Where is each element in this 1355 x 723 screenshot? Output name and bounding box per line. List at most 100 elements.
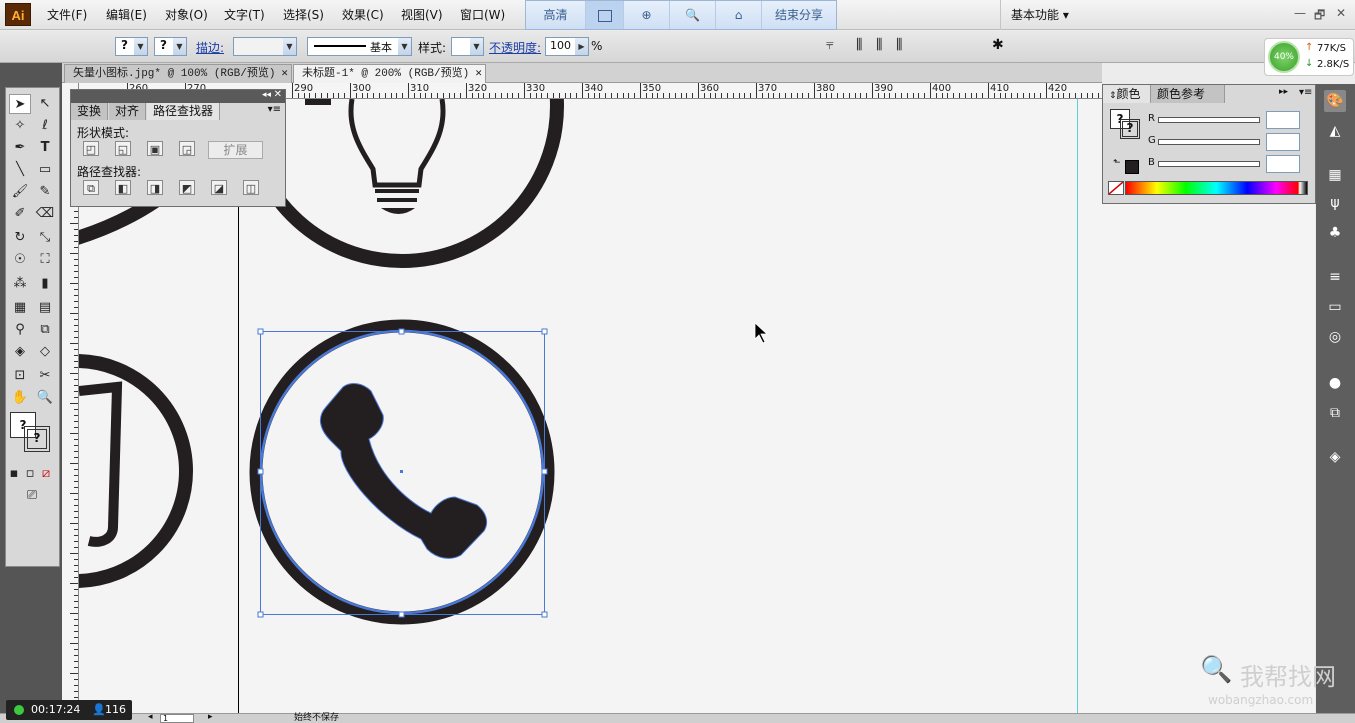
graphic-styles-icon[interactable]: ⧉ <box>1324 402 1346 424</box>
none-mode-icon[interactable]: ⧄ <box>38 464 54 484</box>
close-button[interactable]: ✕ <box>1336 6 1346 20</box>
direct-selection-tool-icon[interactable]: ↖ <box>34 94 56 114</box>
doc-tab-2-close-icon[interactable]: ✕ <box>475 65 482 84</box>
eyedropper-tool-icon[interactable]: ⚲ <box>9 320 31 340</box>
panel-close-icon[interactable]: ✕ <box>274 89 282 100</box>
rectangle-tool-icon[interactable]: ▭ <box>34 160 56 180</box>
minimize-button[interactable]: — <box>1294 6 1306 20</box>
minus-front-icon[interactable]: ◱ <box>115 141 131 156</box>
fill-stroke-swatch[interactable]: ? ? <box>10 412 56 458</box>
layers-icon[interactable]: ◈ <box>1324 446 1346 468</box>
page-field[interactable]: 1 <box>160 714 194 723</box>
restore-button[interactable]: 🗗 <box>1314 6 1325 27</box>
pencil-tool-icon[interactable]: ✎ <box>34 182 56 202</box>
live-paint-tool-icon[interactable]: ◈ <box>9 342 31 362</box>
align-top-icon[interactable]: ⫧ <box>826 37 834 53</box>
exclude-icon[interactable]: ◲ <box>179 141 195 156</box>
gradient-tool-icon[interactable]: ▤ <box>34 298 56 318</box>
last-color-swatch[interactable] <box>1125 160 1139 174</box>
fill-stroke-proxy[interactable]: ? ? <box>1110 109 1140 139</box>
tab-color[interactable]: ⇕颜色 <box>1103 85 1151 103</box>
color-panel-menu-icon[interactable]: ▾≡ <box>1299 87 1312 98</box>
minus-back-icon[interactable]: ◫ <box>243 180 259 195</box>
slice-tool-icon[interactable]: ✂ <box>34 366 56 386</box>
expand-button[interactable]: 扩展 <box>208 141 263 159</box>
brushes-icon[interactable]: ψ <box>1324 192 1346 214</box>
artboard-tool-icon[interactable]: ⊡ <box>9 366 31 386</box>
crosshair-button[interactable]: ⊕ <box>624 1 670 29</box>
opacity-label[interactable]: 不透明度: <box>489 39 541 56</box>
color-spectrum[interactable] <box>1125 181 1308 195</box>
column-graph-tool-icon[interactable]: ▮ <box>34 274 56 294</box>
screen-mode-icon[interactable]: ⎚ <box>20 486 44 506</box>
graphic-style-selector[interactable]: ▼ <box>451 37 484 56</box>
live-paint-selection-tool-icon[interactable]: ◇ <box>34 342 56 362</box>
region-select-button[interactable] <box>586 1 624 29</box>
isolate-icon[interactable]: ✱ <box>992 37 1004 53</box>
line-tool-icon[interactable]: ╲ <box>9 160 31 180</box>
g-value-field[interactable] <box>1266 133 1300 151</box>
r-slider[interactable] <box>1158 117 1260 123</box>
outline-icon[interactable]: ◪ <box>211 180 227 195</box>
gradient-panel-icon[interactable]: ▭ <box>1324 296 1346 318</box>
menu-file[interactable]: 文件(F) <box>47 6 87 23</box>
appearance-icon[interactable]: ● <box>1324 372 1346 394</box>
none-swatch-icon[interactable] <box>1108 181 1124 195</box>
menu-select[interactable]: 选择(S) <box>283 6 324 23</box>
menu-window[interactable]: 窗口(W) <box>460 6 505 23</box>
end-share-button[interactable]: 结束分享 <box>762 1 836 29</box>
paintbrush-tool-icon[interactable]: 🖌 <box>9 182 31 202</box>
tab-pathfinder[interactable]: 路径查找器 <box>147 103 221 120</box>
r-value-field[interactable] <box>1266 111 1300 129</box>
unite-icon[interactable]: ◰ <box>83 141 99 156</box>
divide-icon[interactable]: ⧉ <box>83 180 99 195</box>
home-button[interactable]: ⌂ <box>716 1 762 29</box>
workspace-switcher[interactable]: 基本功能 ▾ <box>1000 0 1069 30</box>
menu-view[interactable]: 视图(V) <box>401 6 443 23</box>
panel-menu-icon[interactable]: ▾≡ <box>268 104 281 115</box>
symbols-icon[interactable]: ♣ <box>1324 222 1346 244</box>
zoom-button[interactable]: 🔍 <box>670 1 716 29</box>
symbol-sprayer-tool-icon[interactable]: ⁂ <box>9 274 31 294</box>
opacity-field[interactable]: 100 ▶ <box>545 37 589 56</box>
tab-transform[interactable]: 变换 <box>71 103 109 120</box>
doc-tab-1[interactable]: 矢量小图标.jpg* @ 100% (RGB/预览) ✕ <box>64 64 292 83</box>
zoom-tool-icon[interactable]: 🔍 <box>34 388 56 408</box>
b-value-field[interactable] <box>1266 155 1300 173</box>
color-guide-icon[interactable]: ◭ <box>1324 120 1346 142</box>
eraser-tool-icon[interactable]: ⌫ <box>34 204 56 224</box>
gradient-mode-icon[interactable]: ▫ <box>22 464 38 484</box>
first-page-icon[interactable]: ◂ <box>148 712 153 722</box>
swatches-icon[interactable]: ▦ <box>1324 164 1346 186</box>
collapse-panel-icon[interactable]: ▸▸ <box>1279 87 1288 97</box>
status-info[interactable]: 始终不保存 <box>294 714 339 723</box>
doc-tab-2[interactable]: 未标题-1* @ 200% (RGB/预览) ✕ <box>293 64 486 83</box>
rotate-tool-icon[interactable]: ↻ <box>9 228 31 248</box>
hand-tool-icon[interactable]: ✋ <box>9 388 31 408</box>
menu-edit[interactable]: 编辑(E) <box>106 6 147 23</box>
stroke-label[interactable]: 描边: <box>196 39 224 56</box>
transparency-icon[interactable]: ◎ <box>1324 326 1346 348</box>
intersect-icon[interactable]: ▣ <box>147 141 163 156</box>
pen-tool-icon[interactable]: ✒ <box>9 138 31 158</box>
out-of-gamut-icon[interactable]: ⬑ <box>1113 158 1121 168</box>
stroke-weight-field[interactable]: ▼ <box>233 37 297 56</box>
type-tool-icon[interactable]: T <box>34 138 56 158</box>
merge-icon[interactable]: ◨ <box>147 180 163 195</box>
quality-button[interactable]: 高清 <box>526 1 586 29</box>
stroke-color-selector[interactable]: ? ▼ <box>154 37 187 56</box>
menu-type[interactable]: 文字(T) <box>224 6 265 23</box>
align-hcenter-icon[interactable]: ⫼ <box>856 37 862 53</box>
magic-wand-tool-icon[interactable]: ✧ <box>9 116 31 136</box>
tab-color-guide[interactable]: 颜色参考 <box>1151 85 1225 103</box>
line-style-selector[interactable]: 基本 ▼ <box>307 37 412 56</box>
blend-tool-icon[interactable]: ⧉ <box>34 320 56 340</box>
free-transform-tool-icon[interactable]: ⛶ <box>34 250 56 270</box>
doc-tab-1-close-icon[interactable]: ✕ <box>281 65 288 84</box>
mesh-tool-icon[interactable]: ▦ <box>9 298 31 318</box>
menu-object[interactable]: 对象(O) <box>165 6 208 23</box>
selection-tool-icon[interactable]: ➤ <box>9 94 31 114</box>
color-panel-icon[interactable]: 🎨 <box>1324 90 1346 112</box>
color-mode-icon[interactable]: ▪ <box>6 464 22 484</box>
collapse-icon[interactable]: ◂◂ <box>262 90 271 100</box>
